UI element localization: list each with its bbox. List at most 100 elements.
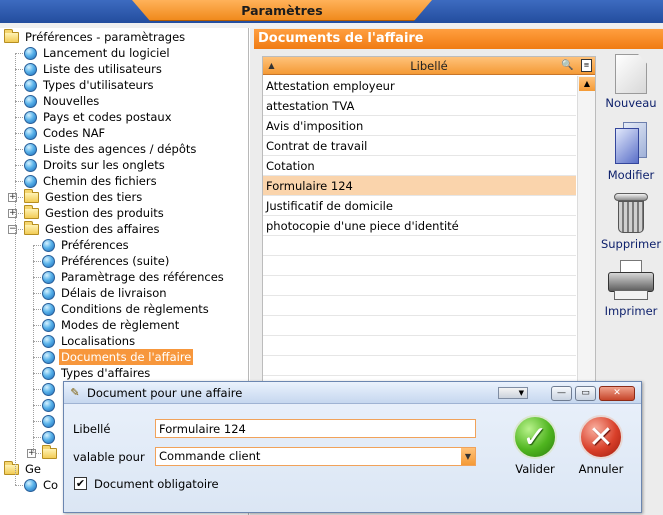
section-title: Documents de l'affaire: [254, 29, 663, 49]
print-button[interactable]: Imprimer: [599, 260, 663, 318]
tree-connector: [33, 357, 41, 358]
libelle-label: Libellé: [73, 422, 111, 436]
list-row[interactable]: attestation TVA: [263, 96, 576, 116]
tree-connector: [33, 421, 41, 422]
validate-button[interactable]: ✓ Valider: [507, 415, 563, 476]
tree-item-label: Co: [43, 478, 59, 492]
globe-icon: [24, 159, 37, 172]
maximize-button[interactable]: ▭: [575, 386, 596, 401]
libelle-input[interactable]: [155, 419, 476, 438]
tree-connector: [33, 341, 41, 342]
dialog-title: Document pour une affaire: [87, 386, 243, 400]
globe-icon: [42, 383, 55, 396]
tree-connector: [15, 85, 23, 86]
list-row[interactable]: [263, 276, 576, 296]
globe-icon: [42, 319, 55, 332]
cross-icon: ✕: [579, 415, 623, 459]
new-button[interactable]: Nouveau: [599, 54, 663, 110]
tree-connector: [33, 389, 41, 390]
valid-for-label: valable pour: [73, 450, 145, 464]
edit-button[interactable]: Modifier: [599, 122, 663, 182]
sort-ascending-icon[interactable]: ▲: [266, 60, 277, 71]
expand-icon[interactable]: +: [27, 449, 36, 458]
tree-item-label: Liste des utilisateurs: [43, 62, 162, 76]
list-row[interactable]: [263, 356, 576, 376]
window-title-tab: Paramètres: [132, 0, 432, 21]
folder-icon: [42, 445, 57, 459]
list-row[interactable]: Cotation: [263, 156, 576, 176]
tree-item-label: Ge: [25, 462, 41, 476]
globe-icon: [24, 111, 37, 124]
globe-icon: [42, 271, 55, 284]
list-scrollbar[interactable]: ▲: [577, 76, 595, 412]
scroll-up-icon[interactable]: ▲: [579, 77, 595, 91]
tree-connector: [15, 117, 23, 118]
folder-icon: [4, 461, 19, 475]
tree-item-label: Chemin des fichiers: [43, 174, 157, 188]
mandatory-label: Document obligatoire: [94, 477, 219, 491]
tree-connector: [33, 325, 41, 326]
list-row[interactable]: [263, 296, 576, 316]
column-chooser-icon[interactable]: ≡: [581, 59, 592, 72]
tree-item-label: Types d'affaires: [61, 366, 151, 380]
printer-icon: [608, 260, 654, 302]
tree-connector: [15, 53, 16, 485]
tree-item-label: Préférences: [61, 238, 129, 252]
tree-connector: [33, 293, 41, 294]
tree-item-label: Documents de l'affaire: [59, 349, 194, 365]
folder-icon: [4, 29, 19, 43]
list-row[interactable]: Contrat de travail: [263, 136, 576, 156]
globe-icon: [24, 479, 37, 492]
list-row[interactable]: [263, 316, 576, 336]
globe-icon: [42, 303, 55, 316]
list-row[interactable]: Attestation employeur: [263, 76, 576, 96]
chevron-down-icon[interactable]: ▼: [461, 448, 475, 465]
tree-item-label: Droits sur les onglets: [43, 158, 165, 172]
tree-connector: [33, 261, 41, 262]
globe-icon: [42, 431, 55, 444]
window-title: Paramètres: [241, 3, 323, 18]
tree-connector: [15, 53, 23, 54]
tree-item-label: Lancement du logiciel: [43, 46, 170, 60]
minimize-button[interactable]: —: [551, 386, 572, 401]
globe-icon: [42, 335, 55, 348]
dialog-title-bar[interactable]: ✎ Document pour une affaire ▼ — ▭ ✕: [64, 382, 641, 404]
valid-for-select[interactable]: Commande client ▼: [155, 447, 476, 466]
close-button[interactable]: ✕: [599, 386, 635, 401]
tree-connector: [15, 165, 23, 166]
delete-button[interactable]: Supprimer: [599, 191, 663, 251]
list-row[interactable]: Justificatif de domicile: [263, 196, 576, 216]
folder-icon: [24, 189, 39, 203]
globe-icon: [42, 287, 55, 300]
tree-connector: [33, 245, 34, 453]
tree-connector: [33, 309, 41, 310]
list-row[interactable]: [263, 256, 576, 276]
folder-icon: [24, 205, 39, 219]
folder-icon: [24, 221, 39, 235]
globe-icon: [42, 351, 55, 364]
column-header-libelle[interactable]: Libellé: [283, 59, 575, 73]
documents-list[interactable]: ▲ Libellé 🔍 ≡ Attestation employeur attes…: [262, 56, 596, 416]
mandatory-checkbox[interactable]: ✔: [74, 477, 87, 490]
list-row[interactable]: Avis d'imposition: [263, 116, 576, 136]
list-row[interactable]: [263, 336, 576, 356]
tree-item-label: Gestion des tiers: [45, 190, 143, 204]
pencil-icon: ✎: [70, 386, 80, 399]
list-header[interactable]: ▲ Libellé 🔍 ≡: [263, 57, 595, 75]
list-row[interactable]: Formulaire 124: [263, 176, 576, 196]
list-row[interactable]: photocopie d'une piece d'identité: [263, 216, 576, 236]
search-icon[interactable]: 🔍: [561, 60, 573, 72]
cancel-button[interactable]: ✕ Annuler: [573, 415, 629, 476]
tree-item-label: Modes de règlement: [61, 318, 180, 332]
tree-item-label: Préférences - paramètrages: [25, 30, 186, 44]
tree-item-label: Préférences (suite): [61, 254, 170, 268]
globe-icon: [24, 79, 37, 92]
list-rows: Attestation employeur attestation TVA Avis…: [263, 76, 576, 416]
app-title-bar: Paramètres: [0, 0, 663, 23]
tree-item-label: Délais de livraison: [61, 286, 167, 300]
globe-icon: [42, 367, 55, 380]
valid-for-value: Commande client: [159, 449, 261, 463]
list-row[interactable]: [263, 236, 576, 256]
system-menu-dropdown[interactable]: ▼: [498, 387, 528, 399]
trash-bin-icon: [614, 191, 648, 235]
